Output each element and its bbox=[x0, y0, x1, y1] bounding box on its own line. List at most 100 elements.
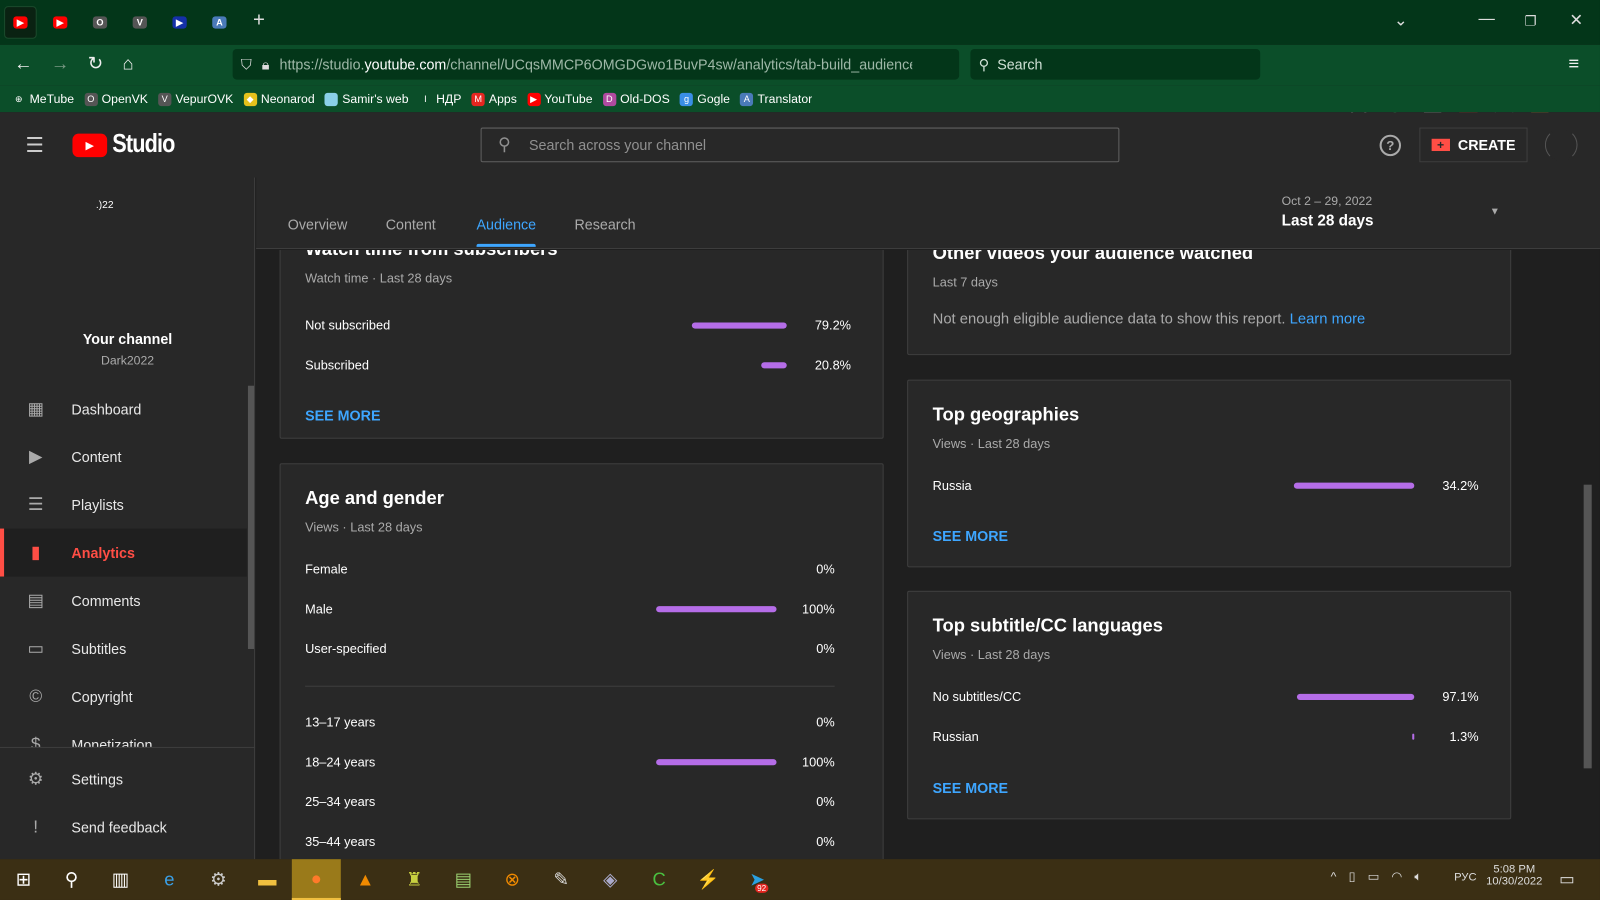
app-icon[interactable]: ⚡ bbox=[684, 859, 733, 900]
browser-tab[interactable]: ▶ bbox=[44, 6, 77, 39]
bookmark-item[interactable]: D Old-DOS bbox=[602, 91, 670, 107]
data-row: Russia 34.2% bbox=[933, 479, 1484, 495]
vepurovk-icon: V bbox=[132, 16, 147, 29]
bookmark-label: Old-DOS bbox=[620, 91, 670, 107]
create-button[interactable]: + CREATE bbox=[1419, 127, 1528, 163]
menu-icon[interactable]: ≡ bbox=[1568, 53, 1579, 74]
row-percentage: 97.1% bbox=[1442, 689, 1479, 705]
lock-icon: 🔒︎ bbox=[261, 55, 270, 72]
settings-icon[interactable]: ⚙ bbox=[194, 859, 243, 900]
sidebar-item-content[interactable]: ▶ Content bbox=[0, 433, 247, 481]
browser-tab[interactable]: A bbox=[203, 6, 236, 39]
dropdown-caret-icon[interactable]: ▼ bbox=[1490, 206, 1500, 217]
hamburger-menu-icon[interactable]: ☰ bbox=[26, 133, 44, 159]
bookmark-item[interactable]: g Gogle bbox=[679, 92, 730, 106]
row-label: Russian bbox=[932, 729, 979, 744]
app-icon[interactable]: ⊗ bbox=[488, 859, 537, 900]
bookmark-item[interactable]: ⊕ MeTube bbox=[12, 92, 74, 106]
start-button[interactable]: ⊞ bbox=[0, 859, 47, 900]
language-indicator[interactable]: РУС bbox=[1454, 871, 1476, 883]
browser-search-box[interactable]: ⚲ Search bbox=[970, 48, 1261, 80]
youtube-logo-icon[interactable]: ▶ bbox=[72, 133, 108, 158]
bookmark-label: OpenVK bbox=[101, 91, 148, 107]
bookmark-favicon-icon bbox=[324, 92, 339, 106]
url-path: /channel/UCqsMMCP6OMGDGwo1BuvP4sw/analyt… bbox=[446, 56, 913, 73]
sidebar-item-analytics[interactable]: ▮ Analytics bbox=[0, 528, 247, 577]
tray-chevron-icon[interactable]: ^ bbox=[1331, 869, 1337, 884]
clock-date: 10/30/2022 bbox=[1486, 875, 1543, 888]
reload-icon[interactable]: ↻ bbox=[88, 53, 103, 74]
row-percentage: 1.3% bbox=[1449, 729, 1479, 744]
browser-tab[interactable]: V bbox=[123, 6, 156, 39]
firefox-icon[interactable]: ● bbox=[291, 859, 341, 900]
sidebar-item-send-feedback[interactable]: ! Send feedback bbox=[0, 803, 247, 851]
volume-icon[interactable]: 🔈︎ bbox=[1414, 869, 1421, 884]
clock[interactable]: 5:08 PM 10/30/2022 bbox=[1485, 863, 1544, 887]
bookmark-item[interactable]: ◆ Neonarod bbox=[243, 92, 315, 106]
sidebar-item-subtitles[interactable]: ▭ Subtitles bbox=[0, 624, 247, 672]
data-row: 25–34 years 0% bbox=[305, 795, 856, 811]
notifications-icon[interactable]: ▭ bbox=[1559, 869, 1574, 889]
tab-content[interactable]: Content bbox=[386, 216, 436, 232]
bookmark-item[interactable]: I НДР bbox=[419, 92, 461, 106]
help-icon[interactable]: ? bbox=[1379, 134, 1402, 157]
forward-icon[interactable]: → bbox=[51, 53, 69, 74]
back-icon[interactable]: ← bbox=[14, 53, 32, 74]
new-tab-button[interactable]: + bbox=[253, 9, 265, 32]
minimize-button[interactable]: — bbox=[1479, 10, 1495, 28]
internet-explorer-icon[interactable]: e bbox=[145, 859, 194, 900]
channel-search-input[interactable]: ⚲ Search across your channel bbox=[480, 127, 1120, 163]
task-view-icon[interactable]: ▥ bbox=[96, 859, 145, 900]
see-more-button[interactable]: SEE MORE bbox=[933, 528, 1008, 544]
sidebar-item-copyright[interactable]: © Copyright bbox=[0, 672, 247, 720]
row-label: User-specified bbox=[305, 641, 387, 657]
channel-avatar-image[interactable]: .)22 bbox=[96, 200, 114, 211]
bookmark-item[interactable]: M Apps bbox=[471, 92, 517, 106]
avatar[interactable] bbox=[1544, 128, 1578, 162]
notepad-icon[interactable]: ▤ bbox=[439, 859, 488, 900]
sidebar-scrollbar[interactable] bbox=[247, 385, 255, 649]
sidebar-item-monetization[interactable]: $ Monetization bbox=[0, 720, 247, 747]
list-tabs-icon[interactable]: ⌄ bbox=[1394, 10, 1408, 30]
sidebar-item-comments[interactable]: ▤ Comments bbox=[0, 577, 247, 625]
see-more-button[interactable]: SEE MORE bbox=[305, 407, 380, 423]
vlc-icon[interactable]: ▲ bbox=[341, 859, 390, 900]
bookmark-item[interactable]: A Translator bbox=[740, 92, 812, 106]
meet-now-icon[interactable]: ▯ bbox=[1349, 869, 1356, 884]
wifi-icon[interactable]: ◠ bbox=[1391, 869, 1402, 884]
tools-icon[interactable]: ✎ bbox=[537, 859, 586, 900]
tab-research[interactable]: Research bbox=[574, 216, 635, 232]
tab-overview[interactable]: Overview bbox=[288, 216, 348, 232]
close-button[interactable]: ✕ bbox=[1569, 10, 1583, 30]
studio-logo-text[interactable]: Studio bbox=[112, 130, 175, 160]
period-selector[interactable]: Last 28 days bbox=[1282, 212, 1374, 229]
see-more-button[interactable]: SEE MORE bbox=[933, 780, 1008, 796]
sidebar-item-playlists[interactable]: ☰ Playlists bbox=[0, 481, 247, 529]
content-scrollbar[interactable] bbox=[1583, 484, 1592, 769]
bookmark-item[interactable]: ▶ YouTube bbox=[527, 92, 593, 106]
home-icon[interactable]: ⌂ bbox=[122, 53, 133, 74]
sidebar-item-settings[interactable]: ⚙ Settings bbox=[0, 755, 247, 803]
browser-tab[interactable]: ▶ bbox=[4, 6, 37, 39]
camtasia-icon[interactable]: C bbox=[635, 859, 684, 900]
sidebar-item-dashboard[interactable]: ▦ Dashboard bbox=[0, 385, 247, 433]
percentage-bar bbox=[691, 322, 787, 329]
url-bar[interactable]: ⛉ 🔒︎ https://studio.youtube.com/channel/… bbox=[232, 48, 960, 80]
telegram-icon[interactable]: ➤ bbox=[733, 859, 782, 900]
browser-tab[interactable]: ▶ bbox=[163, 6, 196, 39]
system-tray[interactable]: ^ ▯ ▭ ◠ 🔈︎ bbox=[1331, 869, 1422, 884]
bookmark-item[interactable]: Samir's web bbox=[324, 92, 409, 106]
browser-tab[interactable]: O bbox=[84, 6, 117, 39]
app-icon[interactable]: ♜ bbox=[390, 859, 439, 900]
bookmark-item[interactable]: O OpenVK bbox=[84, 92, 148, 106]
battery-icon[interactable]: ▭ bbox=[1368, 869, 1380, 884]
learn-more-link[interactable]: Learn more bbox=[1290, 311, 1366, 327]
tab-audience[interactable]: Audience bbox=[476, 216, 537, 247]
search-icon[interactable]: ⚲ bbox=[47, 859, 96, 900]
file-explorer-icon[interactable]: ▬ bbox=[243, 859, 292, 900]
bookmark-item[interactable]: V VepurOVK bbox=[158, 92, 233, 106]
app-icon[interactable]: ◈ bbox=[586, 859, 635, 900]
restore-button[interactable]: ❐ bbox=[1524, 13, 1536, 29]
bookmark-favicon-icon: O bbox=[84, 92, 98, 106]
analytics-tabs: Overview Content Audience Research Oct 2 – … bbox=[256, 177, 1600, 249]
